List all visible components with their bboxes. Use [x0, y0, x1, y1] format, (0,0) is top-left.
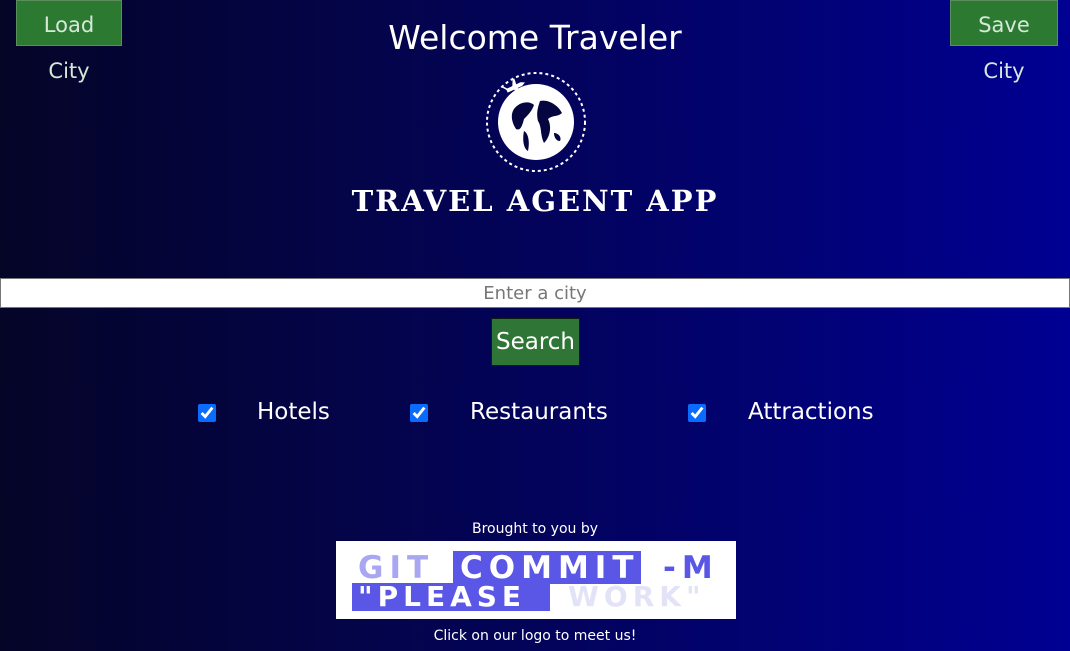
search-button[interactable]: Search	[491, 318, 580, 366]
brought-to-you-text: Brought to you by	[471, 521, 599, 537]
attractions-label: Attractions	[748, 399, 874, 425]
restaurants-checkbox[interactable]	[410, 404, 428, 422]
svg-text:"PLEASE: "PLEASE	[358, 580, 526, 613]
attractions-checkbox[interactable]	[688, 404, 706, 422]
meet-us-text: Click on our logo to meet us!	[433, 628, 637, 644]
globe-airplane-icon	[486, 72, 586, 172]
svg-text:WORK": WORK"	[568, 580, 706, 613]
hotels-checkbox[interactable]	[198, 404, 216, 422]
app-name: TRAVEL AGENT APP	[351, 184, 719, 218]
hotels-label: Hotels	[257, 399, 330, 425]
page-title: Welcome Traveler	[388, 18, 682, 57]
restaurants-label: Restaurants	[470, 399, 608, 425]
team-logo[interactable]: GIT COMMIT -M "PLEASE WORK"	[336, 541, 736, 619]
city-search-input[interactable]	[0, 278, 1070, 308]
